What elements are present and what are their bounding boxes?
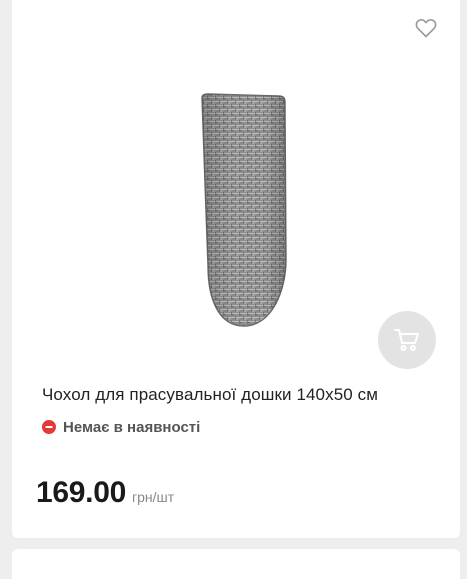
product-card[interactable]: Чохол для прасувальної дошки 140х50 см Н… bbox=[12, 0, 460, 538]
heart-outline-icon bbox=[415, 19, 437, 38]
availability-status: Немає в наявності bbox=[42, 417, 200, 437]
product-title[interactable]: Чохол для прасувальної дошки 140х50 см bbox=[42, 384, 442, 406]
price-unit: грн/шт bbox=[131, 489, 175, 505]
add-to-cart-button[interactable] bbox=[378, 311, 436, 369]
cart-icon bbox=[394, 329, 419, 351]
availability-label: Немає в наявності bbox=[63, 418, 201, 436]
next-product-card[interactable] bbox=[12, 549, 460, 579]
price-block: 169.00 грн/шт bbox=[36, 476, 174, 510]
minus-circle-icon bbox=[42, 420, 56, 434]
product-image[interactable] bbox=[194, 92, 294, 330]
wishlist-button[interactable] bbox=[414, 17, 438, 39]
ironing-board-cover-image bbox=[201, 93, 287, 327]
price-amount: 169.00 bbox=[36, 476, 126, 509]
